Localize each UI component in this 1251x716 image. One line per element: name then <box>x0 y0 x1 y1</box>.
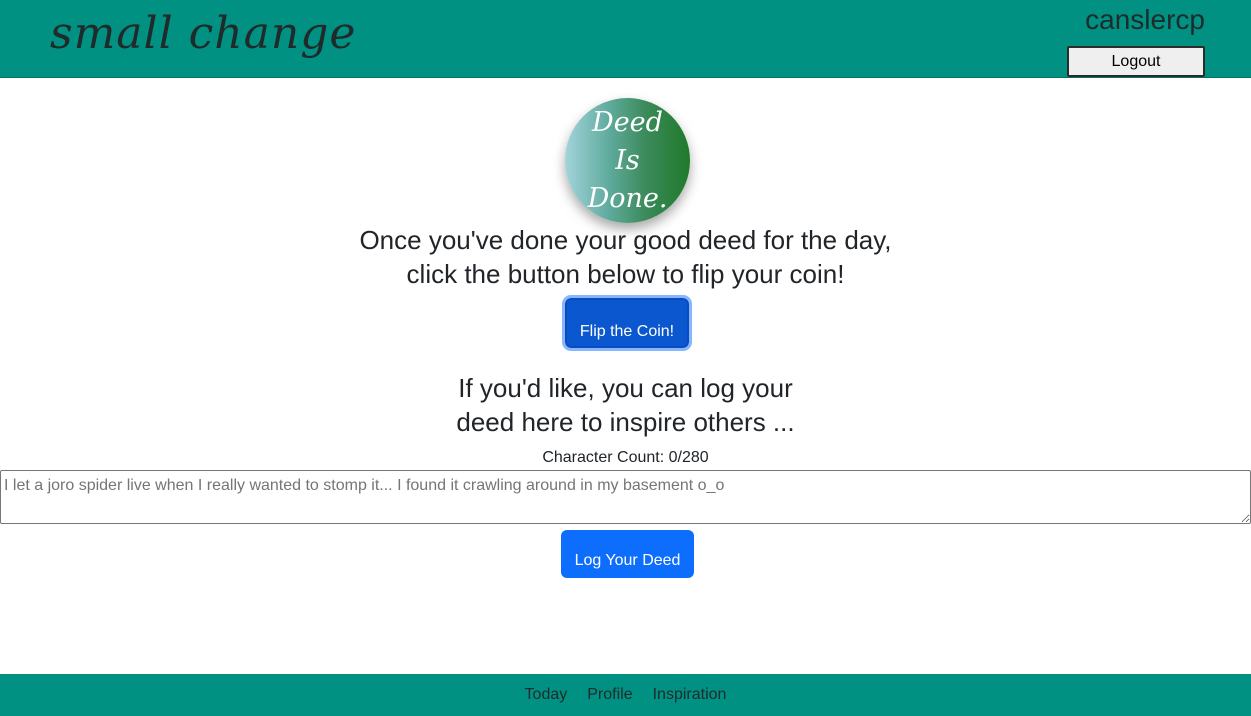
log-deed-heading-line2: deed here to inspire others ... <box>456 407 795 437</box>
page: small change canslercp Logout Deed Is Do… <box>0 0 1251 716</box>
flip-instructions-line2: click the button below to flip your coin… <box>406 259 845 289</box>
character-count: Character Count: 0/280 <box>542 449 709 466</box>
bottom-navbar: Today Profile Inspiration <box>0 674 1251 716</box>
username-label: canslercp <box>1085 4 1205 35</box>
log-deed-heading-line1: If you'd like, you can log your <box>458 373 793 403</box>
deed-textarea[interactable] <box>0 470 1251 524</box>
coin-text-line2: Is <box>615 144 640 176</box>
flip-instructions-line1: Once you've done your good deed for the … <box>359 225 892 255</box>
log-deed-button[interactable]: Log Your Deed <box>561 530 694 578</box>
coin-text-line3: Done. <box>587 182 668 214</box>
flip-coin-button[interactable]: Flip the Coin! <box>562 295 692 351</box>
logout-button[interactable]: Logout <box>1067 46 1205 77</box>
nav-link-inspiration[interactable]: Inspiration <box>653 686 727 704</box>
deed-coin: Deed Is Done. <box>565 98 690 223</box>
coin-text-line1: Deed <box>592 106 663 138</box>
log-deed-heading: If you'd like, you can log your deed her… <box>0 371 1251 439</box>
top-navbar: small change canslercp Logout <box>0 0 1251 78</box>
flip-instructions-heading: Once you've done your good deed for the … <box>0 223 1251 291</box>
nav-link-profile[interactable]: Profile <box>587 686 632 704</box>
nav-link-today[interactable]: Today <box>525 686 568 704</box>
brand-logo[interactable]: small change <box>50 8 356 59</box>
